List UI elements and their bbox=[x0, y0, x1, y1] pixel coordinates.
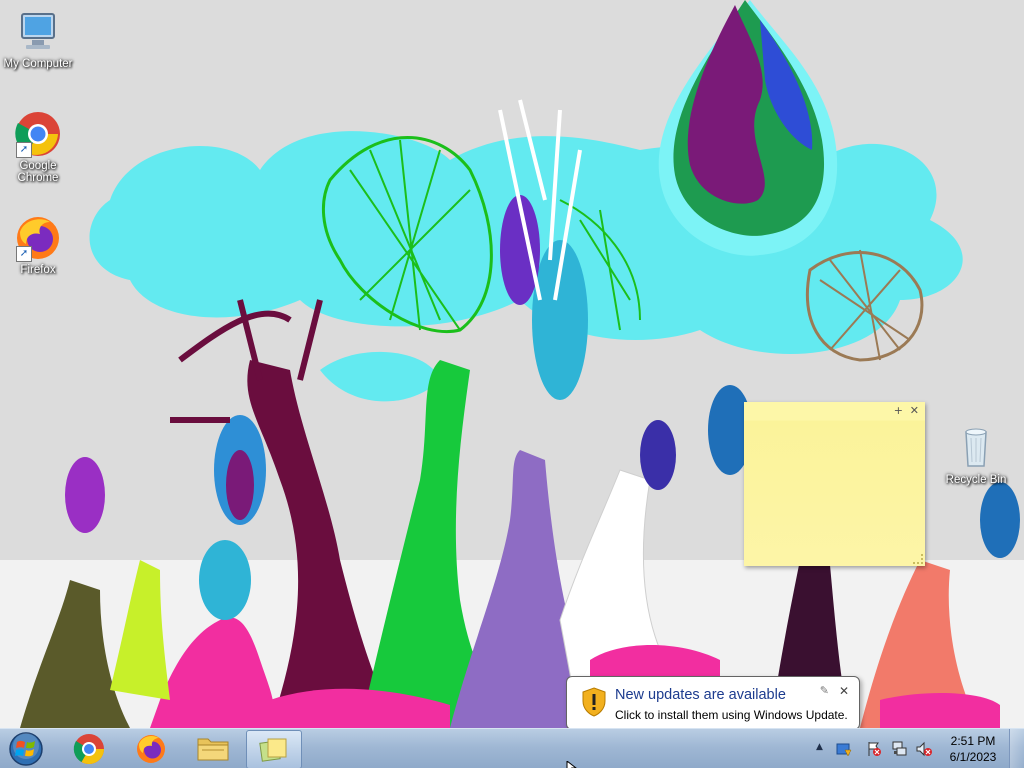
tray-overflow-button[interactable]: ▲ bbox=[816, 742, 823, 752]
sticky-resize-grip[interactable] bbox=[913, 554, 923, 564]
clock-date: 6/1/2023 bbox=[949, 750, 997, 764]
balloon-title: New updates are available bbox=[615, 687, 786, 703]
desktop-icon-google-chrome[interactable]: ➚ Google Chrome bbox=[0, 110, 76, 184]
firefox-icon bbox=[137, 735, 165, 763]
update-notification-balloon[interactable]: New updates are available Click to insta… bbox=[566, 676, 860, 741]
desktop-icon-firefox[interactable]: ➚ Firefox bbox=[0, 214, 76, 276]
desktop-icon-label: Firefox bbox=[20, 264, 56, 276]
taskbar-firefox-button[interactable] bbox=[124, 730, 178, 767]
balloon-close-button[interactable]: ✕ bbox=[839, 684, 849, 698]
mouse-pointer-icon bbox=[566, 757, 578, 768]
desktop-icon-label: Google Chrome bbox=[17, 160, 59, 184]
sticky-notes-icon bbox=[259, 738, 287, 762]
balloon-body: Click to install them using Windows Upda… bbox=[615, 708, 848, 722]
computer-icon bbox=[14, 8, 62, 56]
shortcut-arrow-icon: ➚ bbox=[16, 246, 32, 262]
start-button[interactable] bbox=[6, 731, 46, 767]
volume-muted-icon[interactable] bbox=[916, 741, 932, 757]
taskbar-sticky-notes-button[interactable] bbox=[246, 730, 302, 768]
desktop-icon-recycle-bin[interactable]: Recycle Bin bbox=[938, 424, 1014, 486]
shield-warning-icon bbox=[581, 687, 607, 717]
firefox-icon: ➚ bbox=[14, 214, 62, 262]
sticky-note[interactable]: ✕ + bbox=[744, 402, 925, 566]
desktop-wallpaper bbox=[0, 0, 1024, 728]
folder-icon bbox=[197, 738, 229, 761]
sticky-close-icon[interactable]: ✕ bbox=[910, 404, 919, 417]
pin-icon: ✎ bbox=[819, 684, 829, 697]
taskbar: ▲ 2:51 PM 6/1/2023 bbox=[0, 728, 1024, 768]
desktop-icon-label: My Computer bbox=[3, 58, 73, 70]
network-icon[interactable] bbox=[892, 741, 908, 757]
taskbar-chrome-button[interactable] bbox=[62, 730, 116, 767]
sticky-new-note-icon[interactable]: + bbox=[894, 404, 903, 417]
windows-orb-icon bbox=[9, 732, 43, 766]
action-center-icon[interactable] bbox=[866, 741, 882, 757]
desktop-icon-label: Recycle Bin bbox=[945, 474, 1007, 486]
shortcut-arrow-icon: ➚ bbox=[16, 142, 32, 158]
chrome-icon bbox=[73, 734, 104, 765]
chrome-icon: ➚ bbox=[14, 110, 62, 158]
desktop-icon-my-computer[interactable]: My Computer bbox=[0, 8, 76, 70]
recycle-bin-icon bbox=[952, 424, 1000, 472]
taskbar-clock[interactable]: 2:51 PM 6/1/2023 bbox=[940, 733, 1006, 765]
show-desktop-button[interactable] bbox=[1009, 729, 1024, 768]
clock-time: 2:51 PM bbox=[950, 734, 996, 748]
taskbar-explorer-button[interactable] bbox=[186, 730, 240, 767]
windows-update-icon[interactable] bbox=[836, 741, 852, 757]
